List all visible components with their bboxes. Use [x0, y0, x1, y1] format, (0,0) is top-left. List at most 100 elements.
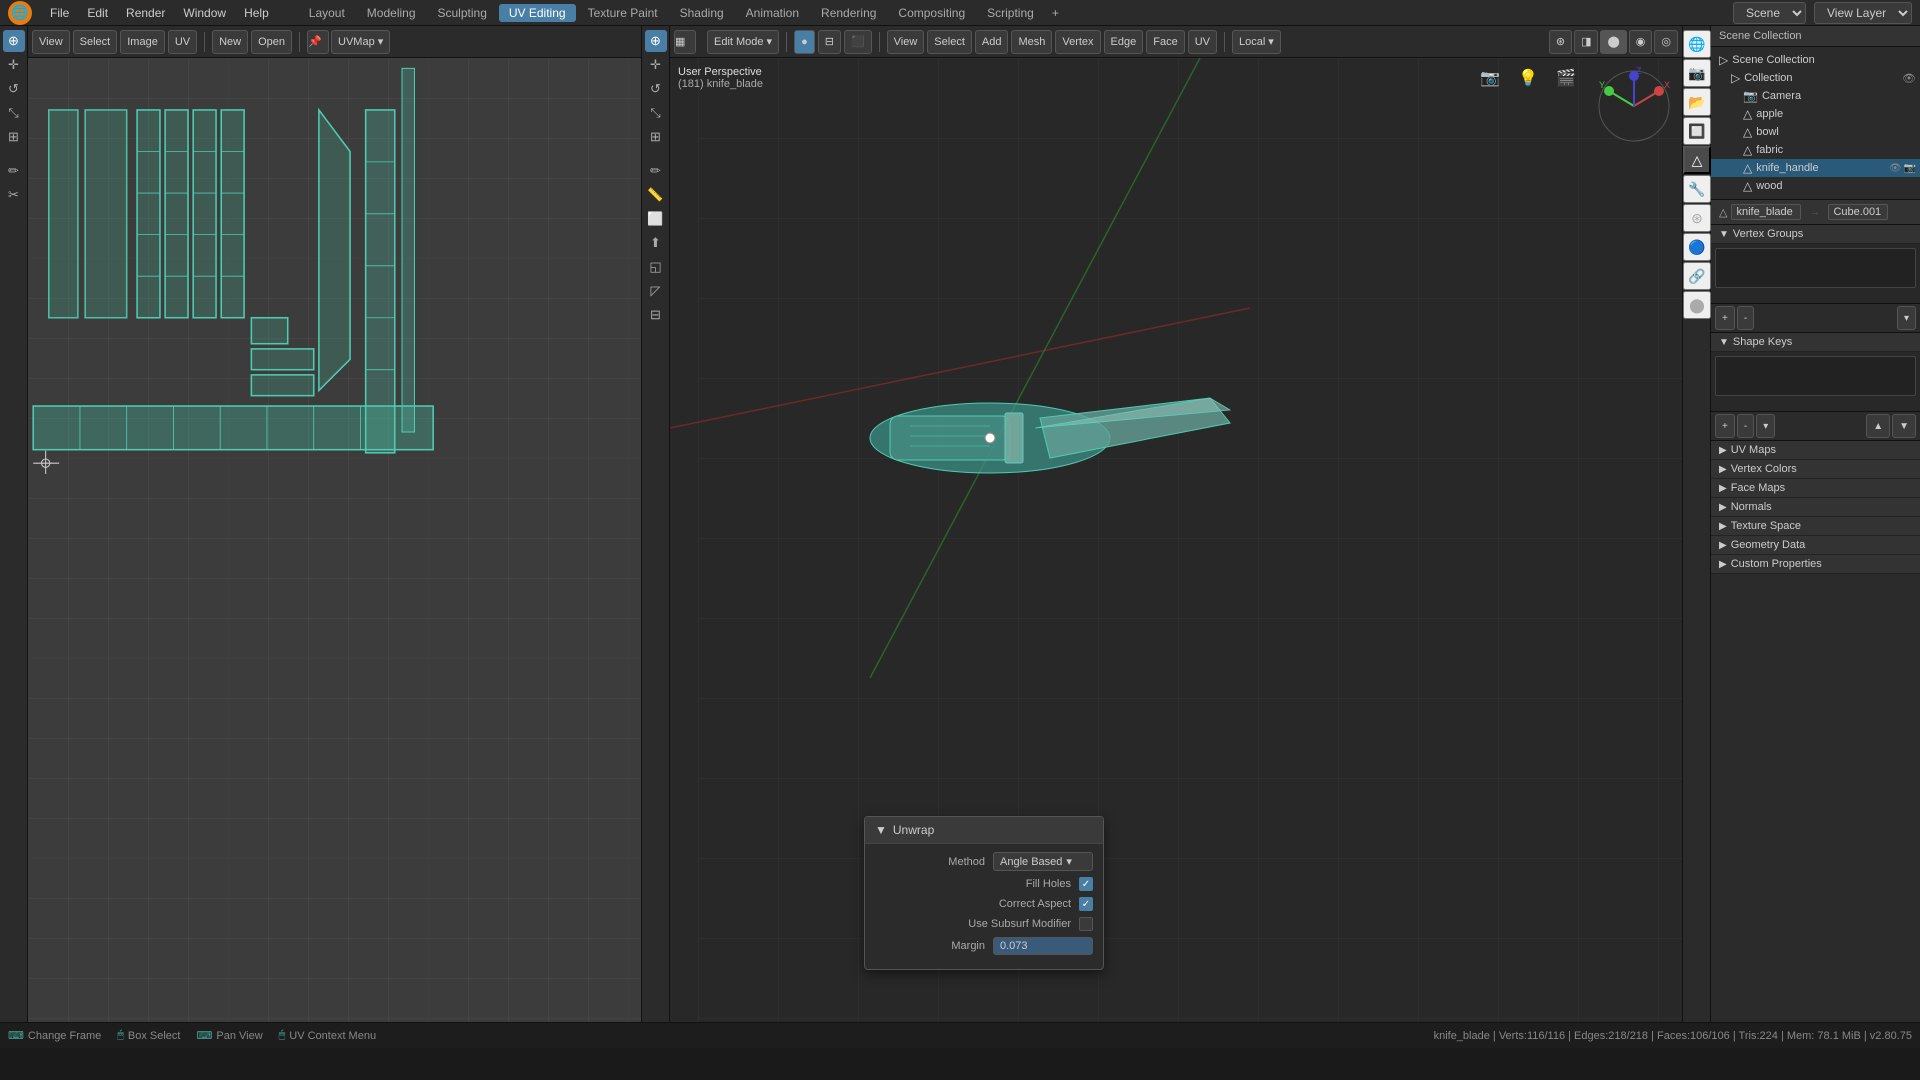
outliner-item-bowl[interactable]: △ bowl	[1711, 123, 1920, 141]
tab-sculpting[interactable]: Sculpting	[428, 4, 497, 22]
texture-space-header[interactable]: ▶ Texture Space	[1711, 517, 1920, 536]
transform-dropdown[interactable]: Local▾	[1232, 30, 1281, 54]
vp-tool-inset[interactable]: ◱	[645, 256, 667, 278]
geometry-data-header[interactable]: ▶ Geometry Data	[1711, 536, 1920, 555]
face-mode-btn[interactable]: ⬛	[844, 30, 872, 54]
subsurf-checkbox[interactable]	[1079, 917, 1093, 931]
tab-texture-paint[interactable]: Texture Paint	[578, 4, 668, 22]
face-maps-header[interactable]: ▶ Face Maps	[1711, 479, 1920, 498]
margin-input[interactable]: 0.073	[993, 937, 1093, 955]
vertex-groups-header[interactable]: ▼ Vertex Groups	[1711, 225, 1920, 244]
vp-add-menu[interactable]: Add	[975, 30, 1009, 54]
vp-view-menu[interactable]: View	[887, 30, 925, 54]
tab-uv-editing[interactable]: UV Editing	[499, 4, 576, 22]
viewport-3d[interactable]: User Perspective (181) knife_blade X	[670, 58, 1682, 1022]
props-particles-icon[interactable]: ⊛	[1683, 204, 1711, 232]
outliner-item-apple[interactable]: △ apple	[1711, 105, 1920, 123]
tool-move[interactable]: ✛	[3, 54, 25, 76]
restrict-render-icon[interactable]: 👁	[1889, 163, 1902, 174]
tab-compositing[interactable]: Compositing	[888, 4, 975, 22]
correct-aspect-checkbox[interactable]: ✓	[1079, 897, 1093, 911]
vp-tool-bevel[interactable]: ◸	[645, 280, 667, 302]
uv-view-btn[interactable]: View	[32, 30, 70, 54]
vp-tool-extrude[interactable]: ⬆	[645, 232, 667, 254]
vp-vertex-menu[interactable]: Vertex	[1055, 30, 1100, 54]
normals-header[interactable]: ▶ Normals	[1711, 498, 1920, 517]
overlay-btn[interactable]: ⊛	[1549, 30, 1572, 54]
tool-annotate[interactable]: ✏	[3, 160, 25, 182]
layer-selector[interactable]: View Layer	[1814, 2, 1912, 24]
menu-edit[interactable]: Edit	[79, 4, 116, 22]
edge-mode-btn[interactable]: ⊟	[818, 30, 841, 54]
uv-image-btn[interactable]: Image	[120, 30, 165, 54]
vg-remove-btn[interactable]: -	[1737, 306, 1754, 330]
uv-viewport[interactable]	[28, 58, 641, 1022]
vp-select-menu[interactable]: Select	[927, 30, 972, 54]
viewport-icon-btn[interactable]: ▦	[674, 30, 696, 54]
unwrap-method-dropdown[interactable]: Angle Based ▾	[993, 852, 1093, 871]
vp-edge-menu[interactable]: Edge	[1104, 30, 1144, 54]
uv-select-btn[interactable]: Select	[73, 30, 118, 54]
props-render-icon[interactable]: 📷	[1683, 59, 1711, 87]
eye-icon[interactable]: 👁	[1902, 72, 1916, 85]
menu-file[interactable]: File	[42, 4, 77, 22]
uv-uvmap-dropdown[interactable]: UVMap ▾	[331, 30, 390, 54]
props-constraints-icon[interactable]: 🔗	[1683, 262, 1711, 290]
vp-tool-annotate[interactable]: ✏	[645, 160, 667, 182]
render-mode-btn[interactable]: ◎	[1654, 30, 1678, 54]
vp-tool-rotate[interactable]: ↺	[645, 78, 667, 100]
vp-tool-transform[interactable]: ⊞	[645, 126, 667, 148]
uv-new-btn[interactable]: New	[212, 30, 248, 54]
material-mode-btn[interactable]: ◉	[1629, 30, 1653, 54]
outliner-item-scene-collection[interactable]: ▷ Scene Collection	[1711, 51, 1920, 69]
props-physics-icon[interactable]: 🔵	[1683, 233, 1711, 261]
xray-btn[interactable]: ◨	[1574, 30, 1598, 54]
menu-window[interactable]: Window	[175, 4, 234, 22]
camera-icon-btn[interactable]: 📷	[1474, 66, 1506, 90]
props-modifier-icon[interactable]: 🔧	[1683, 175, 1711, 203]
props-material-icon[interactable]: ⬤	[1683, 291, 1711, 319]
uv-open-btn[interactable]: Open	[251, 30, 292, 54]
outliner-item-wood[interactable]: △ wood	[1711, 177, 1920, 195]
uv-uv-btn[interactable]: UV	[168, 30, 197, 54]
mesh-name-field[interactable]	[1731, 204, 1801, 220]
tab-animation[interactable]: Animation	[736, 4, 809, 22]
tab-shading[interactable]: Shading	[670, 4, 734, 22]
sk-options-btn[interactable]: ▾	[1756, 414, 1775, 438]
tool-cut-seam[interactable]: ✂	[3, 184, 25, 206]
vp-tool-scale[interactable]: ⤡	[645, 102, 667, 124]
uv-maps-header[interactable]: ▶ UV Maps	[1711, 441, 1920, 460]
props-output-icon[interactable]: 📂	[1683, 88, 1711, 116]
restrict-viewport-icon[interactable]: 📷	[1904, 163, 1916, 174]
vp-mesh-menu[interactable]: Mesh	[1011, 30, 1052, 54]
vp-tool-measure[interactable]: 📏	[645, 184, 667, 206]
sk-down-btn[interactable]: ▼	[1892, 414, 1916, 438]
outliner-item-knife-handle[interactable]: △ knife_handle 👁 📷	[1711, 159, 1920, 177]
tool-rotate[interactable]: ↺	[3, 78, 25, 100]
tab-modeling[interactable]: Modeling	[357, 4, 426, 22]
solid-mode-btn[interactable]: ⬤	[1600, 30, 1626, 54]
vp-tool-move[interactable]: ✛	[645, 54, 667, 76]
outliner-item-camera[interactable]: 📷 Camera	[1711, 87, 1920, 105]
vertex-mode-btn[interactable]: ●	[794, 30, 815, 54]
tool-cursor[interactable]: ⊕	[3, 30, 25, 52]
props-view-layer-icon[interactable]: 🔲	[1683, 117, 1711, 145]
light-icon-btn[interactable]: 💡	[1512, 66, 1544, 90]
render-icon-btn[interactable]: 🎬	[1550, 66, 1582, 90]
props-scene-icon[interactable]: 🌐	[1683, 30, 1711, 58]
tool-scale[interactable]: ⤡	[3, 102, 25, 124]
sk-add-btn[interactable]: +	[1715, 414, 1735, 438]
tab-scripting[interactable]: Scripting	[977, 4, 1044, 22]
tab-layout[interactable]: Layout	[299, 4, 355, 22]
shape-keys-header[interactable]: ▼ Shape Keys	[1711, 333, 1920, 352]
workspace-add-btn[interactable]: +	[1046, 4, 1065, 22]
vertex-colors-header[interactable]: ▶ Vertex Colors	[1711, 460, 1920, 479]
vp-face-menu[interactable]: Face	[1146, 30, 1184, 54]
sk-remove-btn[interactable]: -	[1737, 414, 1754, 438]
menu-render[interactable]: Render	[118, 4, 173, 22]
fill-holes-checkbox[interactable]: ✓	[1079, 877, 1093, 891]
uv-pin-btn[interactable]: 📌	[307, 30, 329, 54]
custom-props-header[interactable]: ▶ Custom Properties	[1711, 555, 1920, 574]
vp-uv-menu[interactable]: UV	[1188, 30, 1217, 54]
nav-gizmo[interactable]: X Y Z	[1594, 66, 1674, 149]
